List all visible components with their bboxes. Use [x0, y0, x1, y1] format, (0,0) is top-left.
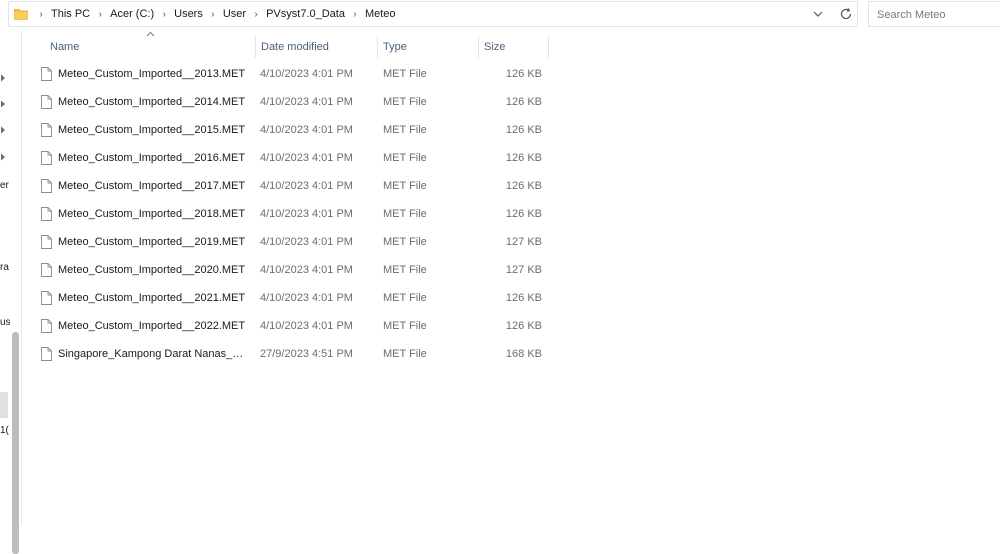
file-date-modified: 4/10/2023 4:01 PM [260, 264, 353, 276]
nav-scrollbar[interactable] [12, 332, 19, 554]
file-date-modified: 4/10/2023 4:01 PM [260, 96, 353, 108]
file-type: MET File [383, 96, 427, 108]
file-icon [41, 263, 52, 277]
chevron-right-icon[interactable]: › [92, 9, 108, 20]
file-date-modified: 4/10/2023 4:01 PM [260, 124, 353, 136]
breadcrumb-user[interactable]: User [221, 8, 248, 20]
file-icon [41, 123, 52, 137]
file-icon [41, 67, 52, 81]
file-icon [41, 207, 52, 221]
file-name[interactable]: Meteo_Custom_Imported__2019.MET [58, 228, 248, 256]
chevron-right-icon[interactable] [0, 74, 7, 82]
refresh-icon[interactable] [838, 6, 854, 22]
file-size: 126 KB [505, 208, 542, 220]
file-type: MET File [383, 348, 427, 360]
file-date-modified: 4/10/2023 4:01 PM [260, 68, 353, 80]
file-size: 126 KB [505, 96, 542, 108]
file-type: MET File [383, 236, 427, 248]
file-icon [41, 319, 52, 333]
file-name[interactable]: Meteo_Custom_Imported__2017.MET [58, 172, 248, 200]
column-resize-handle[interactable] [548, 36, 549, 58]
nav-item-fragment[interactable]: 1( [0, 425, 10, 436]
file-date-modified: 4/10/2023 4:01 PM [260, 208, 353, 220]
column-header-size[interactable]: Size [478, 34, 548, 60]
file-date-modified: 4/10/2023 4:01 PM [260, 236, 353, 248]
file-name[interactable]: Meteo_Custom_Imported__2014.MET [58, 88, 248, 116]
file-type: MET File [383, 292, 427, 304]
file-type: MET File [383, 152, 427, 164]
chevron-right-icon[interactable]: › [347, 9, 363, 20]
navigation-pane: er ra us 1( [0, 30, 22, 554]
file-size: 126 KB [505, 320, 542, 332]
breadcrumb-drive-c[interactable]: Acer (C:) [108, 8, 156, 20]
file-icon [41, 235, 52, 249]
file-size: 126 KB [505, 68, 542, 80]
file-name[interactable]: Meteo_Custom_Imported__2020.MET [58, 256, 248, 284]
breadcrumb-meteo[interactable]: Meteo [363, 8, 398, 20]
file-type: MET File [383, 68, 427, 80]
file-date-modified: 4/10/2023 4:01 PM [260, 180, 353, 192]
file-date-modified: 4/10/2023 4:01 PM [260, 320, 353, 332]
nav-item-fragment[interactable]: ra [0, 262, 10, 273]
chevron-right-icon[interactable]: › [156, 9, 172, 20]
file-name[interactable]: Singapore_Kampong Darat Nanas_Custo... [58, 340, 248, 368]
file-icon [41, 347, 52, 361]
chevron-down-icon[interactable] [810, 6, 826, 22]
breadcrumb-pvsyst-data[interactable]: PVsyst7.0_Data [264, 8, 347, 20]
nav-item-fragment[interactable]: us [0, 317, 10, 328]
file-size: 126 KB [505, 292, 542, 304]
chevron-right-icon[interactable]: › [33, 9, 49, 20]
pane-divider[interactable] [21, 30, 22, 524]
chevron-right-icon[interactable] [0, 153, 7, 161]
chevron-right-icon[interactable]: › [248, 9, 264, 20]
file-size: 126 KB [505, 180, 542, 192]
file-icon [41, 291, 52, 305]
toolbar: › This PC › Acer (C:) › Users › User › P… [0, 0, 1000, 30]
column-header-name[interactable]: Name [44, 34, 254, 60]
file-size: 127 KB [505, 264, 542, 276]
chevron-right-icon[interactable] [0, 126, 7, 134]
file-size: 126 KB [505, 124, 542, 136]
column-header-date-modified[interactable]: Date modified [255, 34, 377, 60]
file-size: 126 KB [505, 152, 542, 164]
file-icon [41, 95, 52, 109]
file-date-modified: 4/10/2023 4:01 PM [260, 152, 353, 164]
file-icon [41, 151, 52, 165]
file-size: 168 KB [505, 348, 542, 360]
file-icon [41, 179, 52, 193]
file-name[interactable]: Meteo_Custom_Imported__2022.MET [58, 312, 248, 340]
chevron-right-icon[interactable]: › [205, 9, 221, 20]
file-date-modified: 4/10/2023 4:01 PM [260, 292, 353, 304]
file-name[interactable]: Meteo_Custom_Imported__2016.MET [58, 144, 248, 172]
file-date-modified: 27/9/2023 4:51 PM [260, 348, 353, 360]
folder-icon [14, 9, 28, 20]
file-type: MET File [383, 124, 427, 136]
file-name[interactable]: Meteo_Custom_Imported__2021.MET [58, 284, 248, 312]
file-name[interactable]: Meteo_Custom_Imported__2015.MET [58, 116, 248, 144]
address-bar[interactable]: › This PC › Acer (C:) › Users › User › P… [8, 1, 858, 27]
file-type: MET File [383, 264, 427, 276]
file-type: MET File [383, 180, 427, 192]
nav-item-selected[interactable] [0, 392, 8, 418]
column-header-type[interactable]: Type [377, 34, 478, 60]
file-type: MET File [383, 320, 427, 332]
file-name[interactable]: Meteo_Custom_Imported__2018.MET [58, 200, 248, 228]
chevron-right-icon[interactable] [0, 100, 7, 108]
file-size: 127 KB [505, 236, 542, 248]
breadcrumb: › This PC › Acer (C:) › Users › User › P… [33, 2, 398, 26]
breadcrumb-users[interactable]: Users [172, 8, 205, 20]
file-type: MET File [383, 208, 427, 220]
nav-item-fragment[interactable]: er [0, 180, 10, 191]
file-name[interactable]: Meteo_Custom_Imported__2013.MET [58, 60, 248, 88]
search-input[interactable] [875, 3, 999, 27]
breadcrumb-this-pc[interactable]: This PC [49, 8, 92, 20]
search-box[interactable] [868, 1, 1000, 27]
